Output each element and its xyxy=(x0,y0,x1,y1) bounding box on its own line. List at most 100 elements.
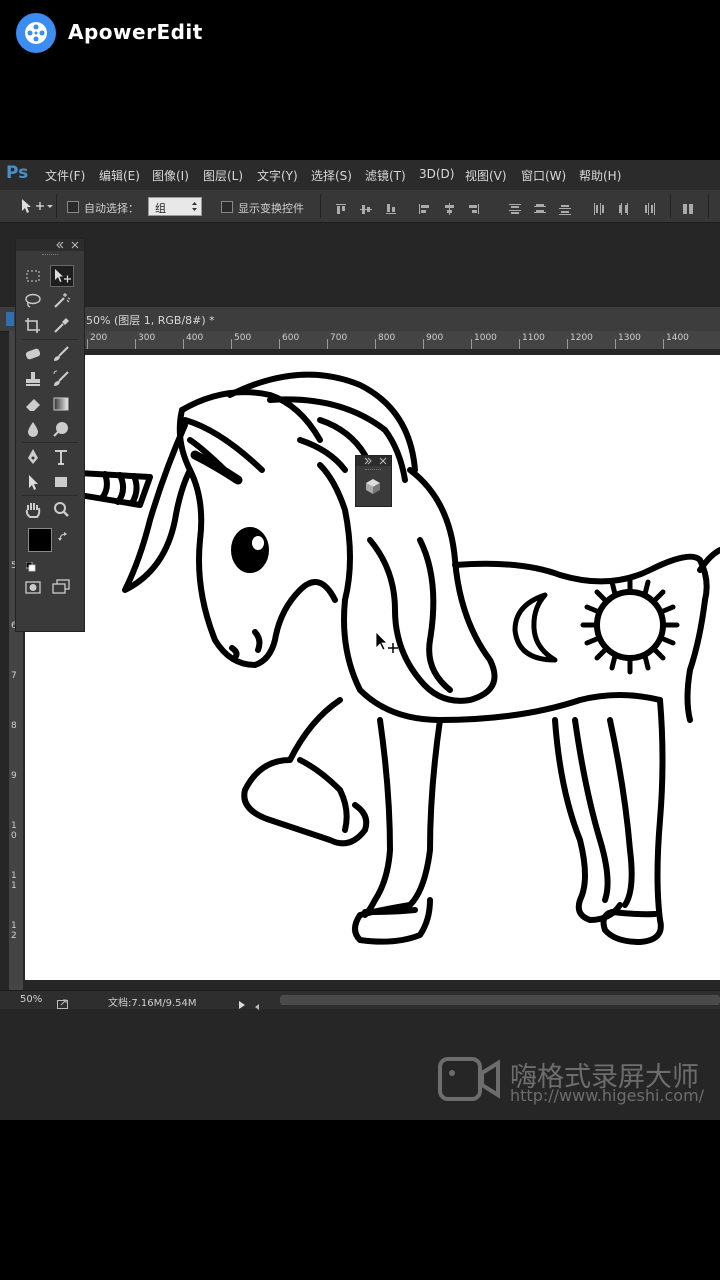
floating-mini-panel xyxy=(355,455,392,507)
app-name: ApowerEdit xyxy=(68,20,203,44)
menu-file[interactable]: 文件(F) xyxy=(45,167,85,184)
rectangle-tool-icon[interactable] xyxy=(50,472,72,492)
expand-icon xyxy=(364,457,372,465)
panel-grip xyxy=(42,254,58,257)
horizontal-ruler[interactable]: 200 300 400 500 600 700 800 900 1000 110… xyxy=(82,331,720,349)
mini-panel-header[interactable] xyxy=(356,456,391,466)
close-icon xyxy=(379,457,387,465)
ruler-tick xyxy=(231,339,232,349)
eraser-tool-icon[interactable] xyxy=(22,394,44,414)
align-vcenter-icon[interactable] xyxy=(360,200,372,214)
move-tool-icon[interactable] xyxy=(50,265,74,287)
distribute-right-icon[interactable] xyxy=(643,200,655,215)
options-divider xyxy=(670,194,671,218)
close-icon xyxy=(71,241,79,249)
align-hcenter-icon[interactable] xyxy=(443,200,455,215)
distribute-left-icon[interactable] xyxy=(593,200,605,215)
show-transform-checkbox[interactable] xyxy=(221,201,233,213)
collapse-icon xyxy=(56,241,64,249)
unicorn-line-art xyxy=(22,371,720,945)
distribute-top-icon[interactable] xyxy=(509,200,521,214)
ruler-tick xyxy=(279,339,280,349)
foreground-color-swatch[interactable] xyxy=(28,528,52,552)
status-bar: 50% 文档:7.16M/9.54M xyxy=(0,990,720,1010)
brush-tool-icon[interactable] xyxy=(50,344,72,364)
auto-select-label: 自动选择： xyxy=(84,202,139,215)
menu-3d[interactable]: 3D(D) xyxy=(419,167,454,181)
tools-panel-header[interactable] xyxy=(16,239,84,251)
menu-edit[interactable]: 编辑(E) xyxy=(99,167,140,184)
pen-tool-icon[interactable] xyxy=(22,447,44,467)
menu-select[interactable]: 选择(S) xyxy=(311,167,352,184)
scroll-left-arrow-icon[interactable] xyxy=(254,996,260,1015)
photoshop-logo: Ps xyxy=(6,163,29,183)
share-icon[interactable] xyxy=(57,994,69,1013)
ruler-tick xyxy=(375,339,376,349)
ruler-label: 200 xyxy=(90,333,108,343)
hand-tool-icon[interactable] xyxy=(22,500,44,520)
quick-mask-icon[interactable] xyxy=(22,577,44,597)
auto-align-layers-icon[interactable] xyxy=(682,200,694,214)
menu-image[interactable]: 图像(I) xyxy=(152,167,189,184)
gradient-tool-icon[interactable] xyxy=(50,394,72,414)
auto-select-value: 组 xyxy=(155,202,166,215)
document-canvas[interactable] xyxy=(22,355,720,980)
tools-panel xyxy=(15,238,85,632)
path-selection-tool-icon[interactable] xyxy=(22,472,44,492)
screen-recorder-camera-icon xyxy=(438,1057,500,1105)
ruler-label: 1200 xyxy=(570,333,593,343)
zoom-level[interactable]: 50% xyxy=(20,994,42,1005)
ruler-tick xyxy=(567,339,568,349)
status-menu-arrow-icon[interactable] xyxy=(238,995,246,1014)
lasso-tool-icon[interactable] xyxy=(22,291,44,311)
ruler-label: 600 xyxy=(282,333,300,343)
show-transform-label: 显示变换控件 xyxy=(238,202,304,215)
default-colors-icon[interactable] xyxy=(25,557,36,576)
move-tool-preset-icon[interactable] xyxy=(20,198,54,218)
ruler-label: 1300 xyxy=(618,333,641,343)
align-right-icon[interactable] xyxy=(468,200,480,214)
menu-help[interactable]: 帮助(H) xyxy=(579,167,621,184)
history-brush-tool-icon[interactable] xyxy=(50,369,72,389)
align-bottom-icon[interactable] xyxy=(385,200,397,214)
ruler-tick xyxy=(423,339,424,349)
ruler-label: 800 xyxy=(378,333,396,343)
align-left-icon[interactable] xyxy=(418,200,430,214)
screen-mode-icon[interactable] xyxy=(50,577,72,597)
ruler-label: 400 xyxy=(186,333,204,343)
distribute-vcenter-icon[interactable] xyxy=(534,200,546,213)
menu-filter[interactable]: 滤镜(T) xyxy=(365,167,406,184)
horizontal-scrollbar[interactable] xyxy=(280,995,720,1005)
eyedropper-tool-icon[interactable] xyxy=(50,316,72,336)
type-tool-icon[interactable] xyxy=(50,447,72,467)
ruler-label: 1400 xyxy=(666,333,689,343)
document-tab-title[interactable]: 50% (图层 1, RGB/8#) * xyxy=(86,312,215,328)
crop-tool-icon[interactable] xyxy=(22,316,44,336)
menu-window[interactable]: 窗口(W) xyxy=(521,167,566,184)
swap-colors-icon[interactable] xyxy=(58,527,68,546)
zoom-tool-icon[interactable] xyxy=(50,500,72,520)
auto-select-checkbox[interactable] xyxy=(67,201,79,213)
tool-separator xyxy=(22,495,78,496)
menu-view[interactable]: 视图(V) xyxy=(465,167,507,184)
blur-tool-icon[interactable] xyxy=(22,419,44,439)
ruler-label: 1100 xyxy=(522,333,545,343)
distribute-bottom-icon[interactable] xyxy=(559,200,571,215)
magic-wand-tool-icon[interactable] xyxy=(50,291,72,311)
tool-separator xyxy=(22,442,78,443)
menu-layer[interactable]: 图层(L) xyxy=(203,167,243,184)
auto-select-dropdown[interactable]: 组 xyxy=(148,197,202,216)
menu-type[interactable]: 文字(Y) xyxy=(257,167,298,184)
align-top-icon[interactable] xyxy=(335,200,347,214)
ruler-label: 300 xyxy=(138,333,156,343)
ruler-label: 1000 xyxy=(474,333,497,343)
ruler-tick xyxy=(615,339,616,349)
clone-stamp-tool-icon[interactable] xyxy=(22,369,44,389)
distribute-hcenter-icon[interactable] xyxy=(618,200,630,215)
options-divider xyxy=(56,194,57,218)
dodge-tool-icon[interactable] xyxy=(50,419,72,439)
marquee-tool-icon[interactable] xyxy=(22,266,44,286)
healing-brush-tool-icon[interactable] xyxy=(22,344,44,364)
watermark-url: http://www.higeshi.com/ xyxy=(510,1086,705,1105)
3d-panel-icon[interactable] xyxy=(364,478,382,500)
